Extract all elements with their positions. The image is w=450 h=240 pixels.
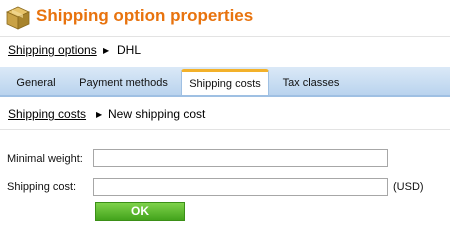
section-breadcrumb: Shipping costs ▶ New shipping cost <box>0 97 450 130</box>
tab-bar: General Payment methods Shipping costs T… <box>0 67 450 97</box>
tab-payment-methods[interactable]: Payment methods <box>72 71 175 95</box>
tab-shipping-costs[interactable]: Shipping costs <box>181 69 269 95</box>
page-header: Shipping option properties <box>0 0 450 36</box>
breadcrumb-current: DHL <box>117 43 142 57</box>
shipping-cost-input[interactable] <box>93 178 388 196</box>
min-weight-input[interactable] <box>93 149 388 167</box>
ok-button[interactable]: OK <box>95 202 185 221</box>
breadcrumb: Shipping options ▶ DHL <box>0 36 450 65</box>
tab-general[interactable]: General <box>8 71 64 95</box>
box-icon <box>6 6 30 30</box>
shipping-cost-label: Shipping cost: <box>7 181 77 193</box>
currency-unit: (USD) <box>393 181 424 193</box>
page-title: Shipping option properties <box>36 6 254 25</box>
breadcrumb-current: New shipping cost <box>108 107 206 121</box>
breadcrumb-shipping-options-link[interactable]: Shipping options <box>8 43 97 57</box>
breadcrumb-arrow-icon: ▶ <box>103 46 110 55</box>
tab-tax-classes[interactable]: Tax classes <box>276 71 346 95</box>
breadcrumb-arrow-icon: ▶ <box>96 110 103 119</box>
min-weight-label: Minimal weight: <box>7 153 83 165</box>
breadcrumb-shipping-costs-link[interactable]: Shipping costs <box>8 107 86 121</box>
